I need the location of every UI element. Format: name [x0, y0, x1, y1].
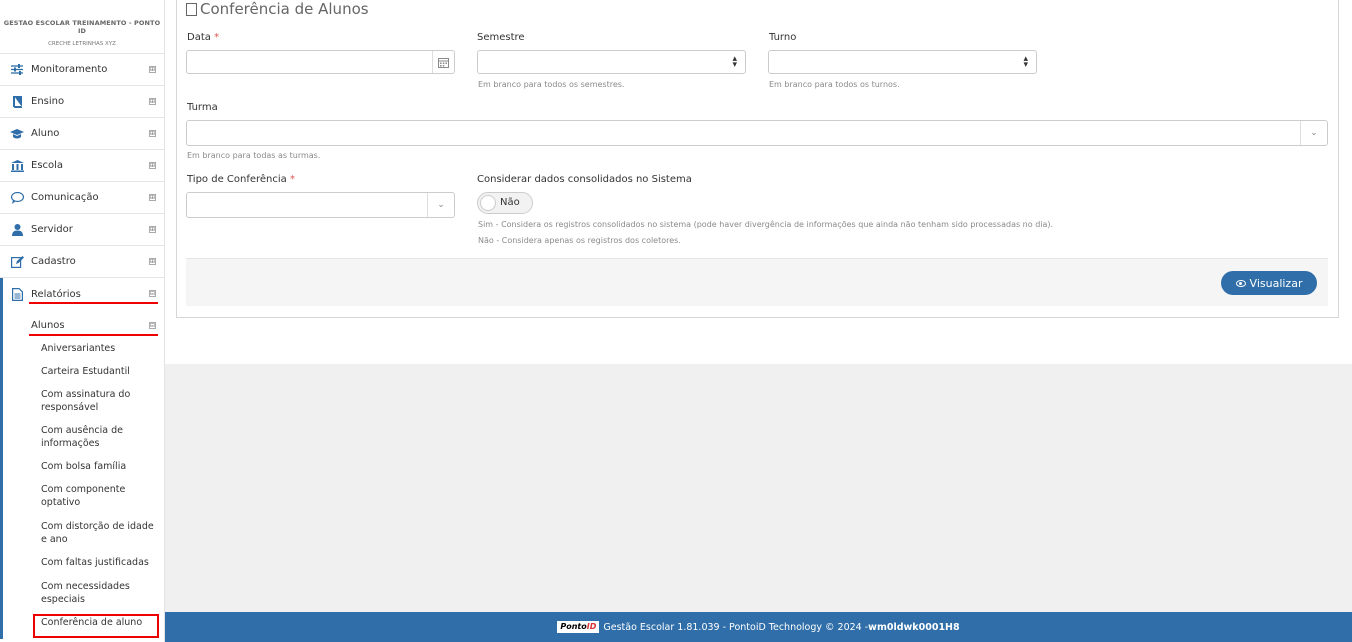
- expand-icon[interactable]: ⊞: [149, 258, 156, 265]
- consolidados-toggle[interactable]: Não: [477, 192, 533, 214]
- expand-icon[interactable]: ⊞: [149, 98, 156, 105]
- sidebar-item-ensino[interactable]: Ensino ⊞: [0, 86, 164, 118]
- chat-bubble-icon: [10, 191, 24, 205]
- tipo-label: Tipo de Conferência *: [187, 174, 295, 185]
- consolidados-label: Considerar dados consolidados no Sistema: [477, 174, 692, 185]
- app-footer: PontoID Gestão Escolar 1.81.039 - Pontoi…: [165, 612, 1352, 642]
- sidebar-item-monitoramento[interactable]: Monitoramento ⊞: [0, 54, 164, 86]
- sidebar-item-label: Escola: [31, 160, 64, 171]
- sidebar-item-relatorios[interactable]: Relatórios ⊟: [3, 278, 164, 310]
- visualizar-label: Visualizar: [1249, 276, 1303, 290]
- expand-icon[interactable]: ⊞: [149, 66, 156, 73]
- sidebar-item-escola[interactable]: Escola ⊞: [0, 150, 164, 182]
- footer-text: Gestão Escolar 1.81.039 - PontoiD Techno…: [603, 621, 869, 633]
- chevron-down-icon[interactable]: ⌄: [427, 193, 454, 217]
- school-name: CRECHE LETRINHAS XYZ: [48, 41, 116, 47]
- turma-help: Em branco para todas as turmas.: [187, 151, 321, 160]
- page-title-text: Conferência de Alunos: [200, 0, 369, 18]
- sidebar-header: GESTAO ESCOLAR TREINAMENTO - PONTO ID CR…: [0, 0, 164, 54]
- menu-leaf-assinatura[interactable]: Com assinatura do responsável: [3, 388, 164, 424]
- sidebar-item-label: Ensino: [31, 96, 65, 107]
- expand-icon[interactable]: ⊞: [149, 162, 156, 169]
- eye-icon: [1235, 279, 1246, 287]
- menu-leaf-distorcao[interactable]: Com distorção de idade e ano: [3, 520, 164, 556]
- semestre-help: Em branco para todos os semestres.: [478, 80, 625, 89]
- calendar-icon[interactable]: [432, 51, 454, 73]
- sliders-icon: [10, 63, 24, 77]
- sidebar-item-cadastro[interactable]: Cadastro ⊞: [0, 246, 164, 278]
- sidebar-item-label: Cadastro: [31, 256, 76, 267]
- menu-leaf-aniversariantes[interactable]: Aniversariantes: [3, 342, 164, 365]
- tipo-select[interactable]: ⌄: [186, 192, 455, 218]
- help-sim: Sim - Considera os registros consolidado…: [478, 220, 1054, 229]
- sidebar-item-aluno[interactable]: Aluno ⊞: [0, 118, 164, 150]
- leaf-list: Aniversariantes Carteira Estudantil Com …: [3, 340, 164, 639]
- toggle-knob: [480, 195, 496, 211]
- menu-leaf-bolsa[interactable]: Com bolsa família: [3, 460, 164, 483]
- annotation-underline: [29, 302, 158, 304]
- turno-help: Em branco para todos os turnos.: [769, 80, 900, 89]
- sidebar-item-label: Monitoramento: [31, 64, 108, 75]
- toggle-value: Não: [500, 197, 520, 208]
- sidebar-item-label: Comunicação: [31, 192, 99, 203]
- submenu-label: Alunos: [31, 319, 65, 331]
- select-arrows-icon: ▴ ▾: [732, 54, 737, 70]
- sidebar: GESTAO ESCOLAR TREINAMENTO - PONTO ID CR…: [0, 0, 165, 642]
- graduation-cap-icon: [10, 127, 24, 141]
- menu-leaf-necessidades[interactable]: Com necessidades especiais: [3, 580, 164, 616]
- user-icon: [10, 223, 24, 237]
- org-name: GESTAO ESCOLAR TREINAMENTO - PONTO ID: [3, 19, 161, 35]
- expand-icon[interactable]: ⊞: [149, 130, 156, 137]
- collapse-icon[interactable]: ⊟: [149, 322, 156, 329]
- data-label: Data *: [187, 32, 220, 43]
- sidebar-item-label: Servidor: [31, 224, 73, 235]
- select-arrows-icon: ▴ ▾: [1023, 54, 1028, 70]
- date-input[interactable]: [186, 50, 455, 74]
- help-nao: Não - Considera apenas os registros dos …: [478, 236, 681, 245]
- turno-select[interactable]: ▴ ▾: [768, 50, 1037, 74]
- menu-leaf-carteira[interactable]: Carteira Estudantil: [3, 365, 164, 388]
- footer-host: wm0ldwk0001H8: [868, 621, 960, 633]
- menu-leaf-ausencia[interactable]: Com ausência de informações: [3, 424, 164, 460]
- pontoid-logo: PontoID: [557, 621, 600, 633]
- form-actions-bar: [186, 258, 1328, 306]
- annotation-underline: [29, 334, 158, 336]
- expand-icon[interactable]: ⊞: [149, 226, 156, 233]
- expand-icon[interactable]: ⊞: [149, 194, 156, 201]
- page-title: Conferência de Alunos: [186, 0, 369, 18]
- semestre-select[interactable]: ▴ ▾: [477, 50, 746, 74]
- chevron-down-icon[interactable]: ⌄: [1300, 121, 1327, 145]
- turno-label: Turno: [769, 32, 797, 43]
- sidebar-item-label: Aluno: [31, 128, 60, 139]
- institution-icon: [10, 159, 24, 173]
- turma-label: Turma: [187, 102, 218, 113]
- menu-leaf-componente[interactable]: Com componente optativo: [3, 483, 164, 520]
- menu-leaf-faltas[interactable]: Com faltas justificadas: [3, 556, 164, 580]
- pdf-file-icon: [186, 2, 197, 16]
- book-icon: [10, 95, 24, 109]
- sidebar-item-servidor[interactable]: Servidor ⊞: [0, 214, 164, 246]
- visualizar-button[interactable]: Visualizar: [1221, 271, 1317, 295]
- turma-select[interactable]: ⌄: [186, 120, 1328, 146]
- edit-icon: [10, 255, 24, 269]
- sidebar-item-label: Relatórios: [31, 288, 81, 300]
- document-icon: [10, 287, 24, 301]
- semestre-label: Semestre: [477, 32, 525, 43]
- relatorios-section: Relatórios ⊟ Alunos ⊟ Aniversariantes Ca…: [0, 278, 164, 639]
- annotation-highlight-box: [33, 614, 159, 638]
- collapse-icon[interactable]: ⊟: [149, 290, 156, 297]
- sidebar-item-comunicacao[interactable]: Comunicação ⊞: [0, 182, 164, 214]
